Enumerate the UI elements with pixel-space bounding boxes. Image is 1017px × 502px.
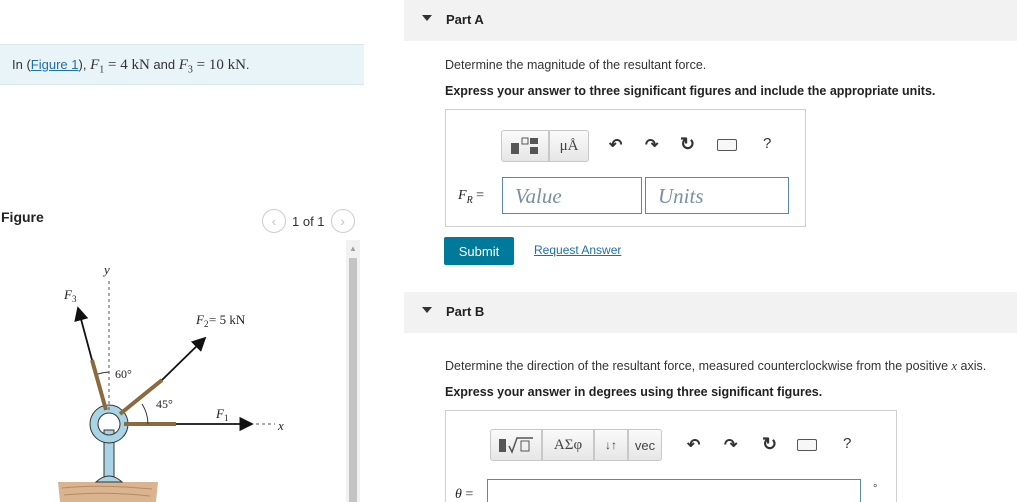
caret-down-icon[interactable] (422, 15, 432, 21)
f3-symbol: F (178, 57, 188, 73)
chevron-left-icon[interactable]: ‹ (262, 209, 286, 233)
scroll-up-icon[interactable]: ▲ (348, 244, 358, 253)
problem-end: . (245, 57, 250, 72)
fr-label: FR = (458, 188, 484, 206)
units-button[interactable]: μÅ (549, 130, 589, 162)
force-diagram: y x F 3 F 2 = 5 kN F 1 60° 45° (58, 262, 284, 502)
problem-and: and (149, 57, 179, 72)
undo-icon[interactable]: ↶ (609, 135, 622, 155)
f3-label-sub: 3 (72, 294, 77, 304)
y-axis-label: y (102, 262, 110, 277)
f3-value: = 10 kN (192, 57, 246, 73)
figure-canvas: y x F 3 F 2 = 5 kN F 1 60° 45° (0, 240, 346, 502)
part-b-title: Part B (446, 304, 485, 319)
part-a-toolbar: μÅ (501, 130, 589, 162)
problem-prefix: In ( (12, 57, 31, 72)
pager-text: 1 of 1 (292, 213, 325, 229)
f2-value-label: = 5 kN (209, 312, 246, 327)
chevron-right-icon[interactable]: › (330, 209, 355, 233)
part-a-instruction: Express your answer to three significant… (445, 84, 936, 98)
units-input[interactable]: Units (645, 177, 789, 214)
part-b-question-pre: Determine the direction of the resultant… (445, 359, 952, 373)
angle-60-label: 60° (115, 367, 132, 381)
f2-label-sub: 2 (204, 319, 209, 329)
theta-symbol: θ (455, 487, 462, 502)
figure-link[interactable]: Figure 1 (31, 57, 79, 72)
f1-value: = 4 kN (104, 57, 150, 73)
fr-eq: = (472, 188, 485, 203)
keyboard-icon[interactable] (717, 139, 737, 151)
figure-heading: Figure (1, 209, 44, 225)
keyboard-icon[interactable] (797, 439, 817, 451)
part-b-toolbar: ΑΣφ ↓↑ vec (490, 429, 662, 461)
angle-60-arc (97, 371, 110, 375)
theta-eq: = (461, 487, 474, 502)
part-a-title: Part A (446, 12, 484, 27)
part-b-answer-box: ΑΣφ ↓↑ vec ↶ ↷ ↻ ? θ = (445, 410, 897, 502)
part-a-answer-box: μÅ ↶ ↷ ↻ ? FR = Value Units (445, 109, 806, 227)
x-axis-label: x (277, 418, 284, 433)
part-b-instruction: Express your answer in degrees using thr… (445, 385, 823, 399)
f3-arrow (74, 306, 93, 361)
vec-button[interactable]: vec (628, 429, 662, 461)
wood-base (58, 482, 158, 502)
submit-button[interactable]: Submit (444, 237, 514, 265)
part-a-question: Determine the magnitude of the resultant… (445, 58, 707, 72)
request-answer-link[interactable]: Request Answer (534, 243, 621, 257)
reset-icon[interactable]: ↻ (762, 434, 777, 455)
help-button[interactable]: ? (763, 135, 771, 152)
figure-scrollbar[interactable]: ▲ (346, 240, 360, 502)
part-a-header[interactable]: Part A (404, 0, 1017, 41)
fr-symbol: F (458, 188, 467, 203)
templates-icon[interactable] (501, 130, 549, 162)
degree-symbol: ° (873, 483, 878, 495)
scroll-thumb[interactable] (349, 258, 357, 502)
figure-pager: ‹ 1 of 1 › (262, 209, 355, 233)
part-b-header[interactable]: Part B (404, 292, 1017, 333)
sqrt-template-icon[interactable] (490, 429, 542, 461)
redo-icon[interactable]: ↷ (645, 135, 658, 155)
help-button[interactable]: ? (843, 435, 851, 452)
part-b-question-post: axis. (957, 359, 987, 373)
part-b-question: Determine the direction of the resultant… (445, 359, 986, 374)
undo-icon[interactable]: ↶ (687, 435, 700, 455)
greek-button[interactable]: ΑΣφ (542, 429, 594, 461)
f2-arrow (161, 336, 207, 381)
angle-45-arc (141, 403, 149, 425)
f1-label-sub: 1 (224, 413, 229, 423)
redo-icon[interactable]: ↷ (724, 435, 737, 455)
theta-input[interactable] (487, 479, 861, 502)
arrows-button[interactable]: ↓↑ (594, 429, 628, 461)
f1-symbol: F (90, 57, 100, 73)
problem-statement: In (Figure 1), F1 = 4 kN and F3 = 10 kN. (0, 44, 364, 85)
reset-icon[interactable]: ↻ (680, 134, 695, 155)
caret-down-icon[interactable] (422, 307, 432, 313)
theta-label: θ = (455, 487, 473, 502)
value-input[interactable]: Value (502, 177, 642, 214)
problem-mid: ), (78, 57, 91, 72)
angle-45-label: 45° (156, 397, 173, 411)
